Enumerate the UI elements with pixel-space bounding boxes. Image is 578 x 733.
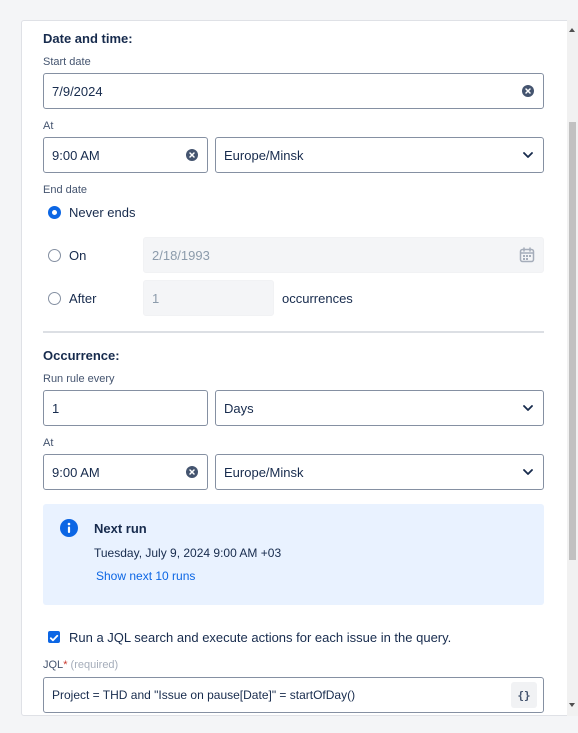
start-time-input[interactable]: 9:00 AM <box>43 137 208 173</box>
radio-after-label: After <box>69 291 97 306</box>
occurrence-count-input[interactable]: 1 <box>143 280 274 316</box>
occurrence-section-title: Occurrence: <box>43 348 120 363</box>
occurrence-time-input[interactable]: 9:00 AM <box>43 454 208 490</box>
occurrence-timezone-value: Europe/Minsk <box>224 464 304 480</box>
section-divider <box>43 331 544 333</box>
next-run-datetime: Tuesday, July 9, 2024 9:00 AM +03 <box>94 546 282 560</box>
check-icon <box>49 634 59 642</box>
required-mark: * <box>63 659 68 671</box>
jql-label: JQL* (required) <box>43 659 118 671</box>
clear-icon[interactable] <box>522 85 534 97</box>
occurrence-timezone-select[interactable]: Europe/Minsk <box>215 454 544 490</box>
scroll-down-arrow-icon[interactable] <box>569 703 575 707</box>
clear-icon[interactable] <box>186 149 198 161</box>
date-time-section-title: Date and time: <box>43 31 133 46</box>
jql-value: Project = THD and "Issue on pause[Date]"… <box>52 688 356 702</box>
jql-input[interactable]: Project = THD and "Issue on pause[Date]"… <box>43 677 544 713</box>
start-date-value: 7/9/2024 <box>52 83 103 99</box>
start-timezone-select[interactable]: Europe/Minsk <box>215 137 544 173</box>
occurrence-time-value: 9:00 AM <box>52 464 100 480</box>
required-hint: (required) <box>70 659 119 671</box>
chevron-down-icon <box>523 405 533 411</box>
interval-unit-select[interactable]: Days <box>215 390 544 426</box>
radio-after[interactable] <box>48 292 61 305</box>
jql-checkbox-label: Run a JQL search and execute actions for… <box>69 630 452 645</box>
automation-schedule-panel: Date and time: Start date 7/9/2024 At 9:… <box>21 20 578 716</box>
chevron-down-icon <box>523 152 533 158</box>
occurrence-count-placeholder: 1 <box>152 290 160 306</box>
calendar-icon[interactable] <box>519 247 535 263</box>
chevron-down-icon <box>523 469 533 475</box>
info-icon <box>60 519 78 537</box>
jql-syntax-button[interactable]: {} <box>511 682 537 708</box>
start-date-label: Start date <box>43 56 91 68</box>
jql-checkbox[interactable] <box>48 631 60 643</box>
start-date-input[interactable]: 7/9/2024 <box>43 73 544 109</box>
end-date-input[interactable]: 2/18/1993 <box>143 237 544 273</box>
scroll-up-arrow-icon[interactable] <box>569 28 575 32</box>
scrollbar-thumb[interactable] <box>569 122 576 560</box>
interval-unit-value: Days <box>224 400 254 416</box>
interval-input[interactable]: 1 <box>43 390 208 426</box>
end-date-placeholder: 2/18/1993 <box>152 247 210 263</box>
next-run-title: Next run <box>94 521 147 536</box>
radio-on-date[interactable] <box>48 249 61 262</box>
show-next-runs-link[interactable]: Show next 10 runs <box>96 569 195 583</box>
radio-never-ends[interactable] <box>48 206 61 219</box>
interval-value: 1 <box>52 400 60 416</box>
occurrence-time-label: At <box>43 437 54 449</box>
start-time-value: 9:00 AM <box>52 147 100 163</box>
next-run-info-box: Next run Tuesday, July 9, 2024 9:00 AM +… <box>43 504 544 605</box>
jql-label-text: JQL <box>43 659 64 671</box>
occurrences-label: occurrences <box>282 291 353 306</box>
radio-on-date-label: On <box>69 248 87 263</box>
clear-icon[interactable] <box>186 466 198 478</box>
start-time-label: At <box>43 120 54 132</box>
end-date-label: End date <box>43 184 88 196</box>
start-timezone-value: Europe/Minsk <box>224 147 304 163</box>
scrollbar[interactable] <box>567 20 578 716</box>
radio-never-ends-label: Never ends <box>69 205 136 220</box>
run-rule-label: Run rule every <box>43 373 115 385</box>
